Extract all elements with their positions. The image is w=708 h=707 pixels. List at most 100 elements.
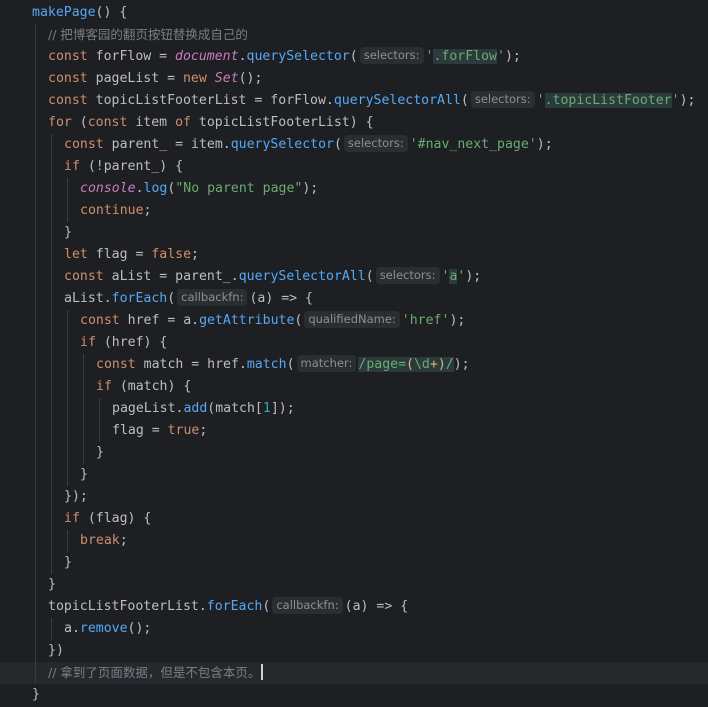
indent-guide [51,530,52,552]
indent-guide [67,178,68,200]
code-line[interactable]: let flag = false; [0,244,708,266]
code-token: ; [191,247,199,262]
code-line[interactable]: makePage() { [0,2,708,24]
code-line[interactable]: }) [0,640,708,662]
parameter-hint: selectors: [470,91,535,108]
code-line[interactable]: const href = a.getAttribute(qualifiedNam… [0,310,708,332]
code-comment: // 拿到了页面数据，但是不包含本页。 [48,665,261,680]
code-editor[interactable]: makePage() {// 把博客园的翻页按钮替换成自己的 const forF… [0,0,708,707]
code-line[interactable]: // 把博客园的翻页按钮替换成自己的 [0,24,708,46]
code-token: forEach [111,291,168,306]
code-line[interactable]: const match = href.match(matcher:/page=(… [0,354,708,376]
code-line[interactable]: } [0,684,708,706]
code-token: ( [406,357,414,372]
code-token: log [143,181,168,196]
indent-guide [35,222,36,244]
code-token: ); [536,137,553,152]
code-line[interactable]: } [0,464,708,486]
indent-guide [83,376,84,398]
code-token: ( [294,313,303,328]
code-line[interactable]: continue; [0,200,708,222]
code-line[interactable]: aList.forEach(callbackfn: (a) => { [0,288,708,310]
code-token: const [87,115,136,130]
indent-guide [35,464,36,486]
code-line[interactable]: for (const item of topicListFooterList) … [0,112,708,134]
code-token: '#nav_next_page' [409,137,537,152]
code-token: . [238,49,247,64]
code-line[interactable]: // 拿到了页面数据，但是不包含本页。 [0,662,708,684]
code-line[interactable]: pageList.add(match[1]); [0,398,708,420]
code-token: let [64,247,96,262]
code-token: } [80,467,88,482]
code-token: console [80,181,136,196]
indent-guide [35,178,36,200]
code-line[interactable]: if (match) { [0,376,708,398]
code-line[interactable]: } [0,442,708,464]
indent-guide [51,354,52,376]
indent-guide [35,332,36,354]
code-token: (match[ [207,401,263,416]
code-line[interactable]: const parent_ = item.querySelector(selec… [0,134,708,156]
code-token: const [64,269,112,284]
code-token: (); [238,71,263,86]
code-text: break; [80,530,128,552]
indent-guide [67,464,68,486]
indent-guide [83,398,84,420]
indent-guide [35,90,36,112]
code-token: pageList = [95,71,183,86]
code-token: ); [453,357,470,372]
code-line[interactable]: if (flag) { [0,508,708,530]
code-line[interactable]: } [0,552,708,574]
code-text: const pageList = new Set(); [48,68,262,90]
code-line[interactable]: const forFlow = document.querySelector(s… [0,46,708,68]
indent-guide [51,134,52,156]
code-line[interactable]: break; [0,530,708,552]
code-line[interactable]: topicListFooterList.forEach(callbackfn:(… [0,596,708,618]
indent-guide [51,376,52,398]
code-line[interactable]: const topicListFooterList = forFlow.quer… [0,90,708,112]
indent-guide [35,530,36,552]
code-token: makePage [32,5,96,20]
text-caret [261,664,264,680]
indent-guide [51,200,52,222]
code-token: querySelectorAll [333,93,461,108]
code-line[interactable]: if (href) { [0,332,708,354]
code-line[interactable]: a.remove(); [0,618,708,640]
code-line[interactable]: if (!parent_) { [0,156,708,178]
indent-guide [35,244,36,266]
code-line[interactable]: const pageList = new Set(); [0,68,708,90]
code-line[interactable]: console.log("No parent page"); [0,178,708,200]
code-token: ( [333,137,342,152]
code-token: const [64,137,112,152]
code-text: } [80,464,88,486]
code-line[interactable]: flag = true; [0,420,708,442]
indent-guide [67,332,68,354]
code-text: const aList = parent_.querySelectorAll(s… [64,266,481,288]
code-token: getAttribute [199,313,295,328]
code-text: if (flag) { [64,508,151,530]
code-token: ( [460,93,469,108]
code-token: continue [80,203,144,218]
code-token: } [48,577,56,592]
indent-guide [51,442,52,464]
code-token: if [96,379,120,394]
indent-guide [35,200,36,222]
code-token: remove [79,621,128,636]
code-line[interactable]: }); [0,486,708,508]
code-token: break [80,533,120,548]
code-token: }) [48,643,64,658]
code-token: if [80,335,104,350]
indent-guide [35,46,36,68]
code-token: } [32,687,40,702]
code-token: + [429,357,438,372]
code-line[interactable]: const aList = parent_.querySelectorAll(s… [0,266,708,288]
code-token: flag = [112,423,168,438]
code-token: () { [95,5,128,20]
code-text: if (href) { [80,332,167,354]
code-line[interactable]: } [0,222,708,244]
code-token: aList = parent_. [111,269,239,284]
code-token: ); [302,181,319,196]
parameter-hint: matcher: [296,355,357,372]
code-token: querySelector [246,49,350,64]
code-line[interactable]: } [0,574,708,596]
